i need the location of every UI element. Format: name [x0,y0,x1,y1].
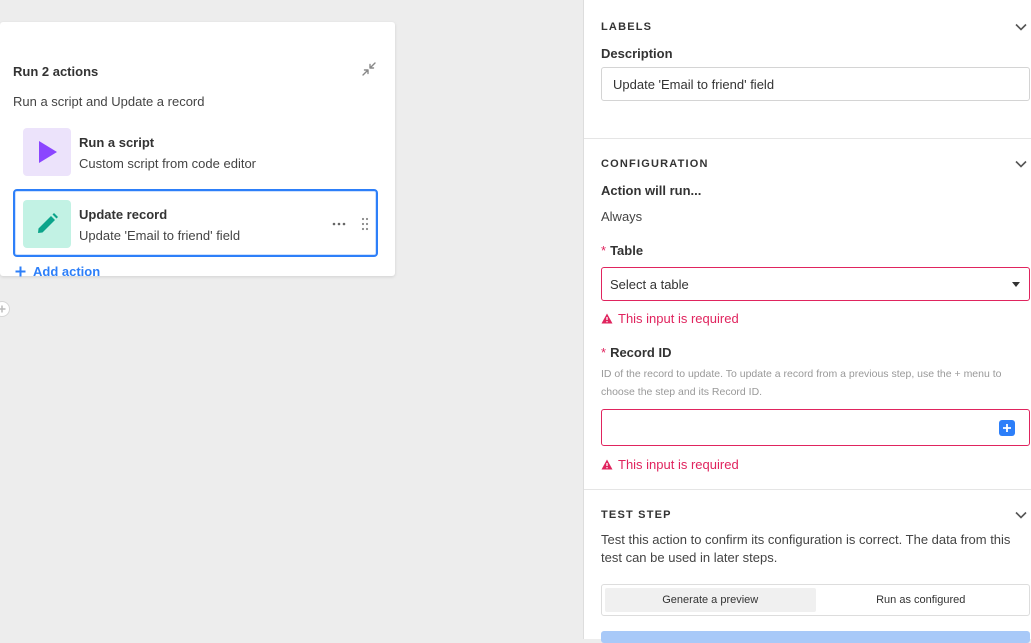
add-action-button[interactable]: Add action [15,264,100,279]
action-subtitle: Custom script from code editor [79,156,257,171]
required-marker: * [601,243,607,258]
record-id-label-text: Record ID [610,345,672,360]
test-mode-toggle: Generate a preview Run as configured [601,584,1030,616]
warning-icon [601,459,613,470]
config-panel: LABELS Description Update 'Email to frie… [583,0,1031,643]
configuration-section: CONFIGURATION Action will run... Always … [584,139,1031,490]
labels-section: LABELS Description Update 'Email to frie… [584,0,1031,139]
record-id-help: ID of the record to update. To update a … [601,368,1002,398]
description-label: Description [601,46,673,61]
record-id-input[interactable] [601,409,1030,446]
table-select[interactable]: Select a table [601,267,1030,301]
card-title: Run 2 actions [13,64,99,79]
action-title: Update record [79,207,168,222]
tab-run-as-configured[interactable]: Run as configured [816,588,1027,612]
plus-icon [15,266,26,277]
insert-token-button[interactable] [999,420,1015,436]
collapse-icon[interactable] [360,60,378,78]
add-action-label: Add action [33,264,101,279]
add-step-node[interactable] [0,301,10,317]
pencil-icon [38,213,58,233]
table-label-text: Table [610,243,644,258]
table-error: This input is required [601,311,739,326]
caret-down-icon [1012,281,1020,287]
chevron-down-icon[interactable] [1015,511,1027,519]
tab-generate-preview[interactable]: Generate a preview [605,588,816,612]
action-group-card[interactable]: Run 2 actions Run a script and Update a … [0,22,395,279]
configuration-header: CONFIGURATION [601,158,709,170]
table-error-text: This input is required [618,311,739,326]
action-title: Run a script [79,135,155,150]
action-will-run-label: Action will run... [601,183,702,198]
plus-icon [0,305,6,313]
action-update-record[interactable]: Update record Update 'Email to friend' f… [13,189,378,257]
table-label: * Table [601,243,643,258]
labels-header: LABELS [601,21,653,33]
action-run-script[interactable]: Run a script Custom script from code edi… [13,123,378,191]
test-step-description: Test this action to confirm its configur… [601,532,1011,565]
chevron-down-icon[interactable] [1015,23,1027,31]
table-select-value: Select a table [610,276,689,292]
card-subtitle: Run a script and Update a record [13,94,205,109]
drag-handle-icon[interactable] [361,217,369,231]
action-will-run-value: Always [601,209,643,224]
warning-icon [601,313,613,324]
record-id-error: This input is required [601,457,739,472]
play-icon [39,141,57,163]
record-id-error-text: This input is required [618,457,739,472]
test-action-button[interactable] [601,631,1030,643]
more-icon[interactable] [331,221,347,227]
required-marker: * [601,345,607,360]
test-step-header: TEST STEP [601,509,672,521]
update-tile [23,200,71,248]
action-subtitle: Update 'Email to friend' field [79,228,241,243]
automation-canvas: Run 2 actions Run a script and Update a … [0,0,583,639]
plus-icon [1003,424,1011,432]
record-id-label: * Record ID [601,345,671,360]
chevron-down-icon[interactable] [1015,160,1027,168]
script-tile [23,128,71,176]
description-input[interactable]: Update 'Email to friend' field [601,67,1030,101]
